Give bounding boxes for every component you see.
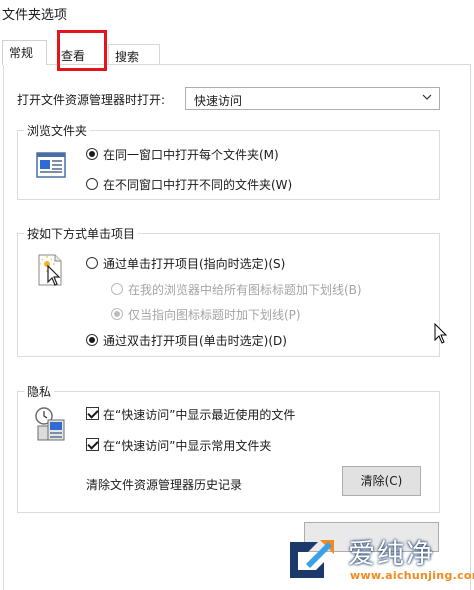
- click-pointer-icon: [35, 252, 65, 288]
- privacy-clock-icon: [34, 404, 68, 444]
- watermark-logo-icon: [284, 536, 338, 584]
- mouse-cursor-icon: [434, 322, 448, 345]
- radio-same-window[interactable]: [86, 148, 98, 160]
- radio-double-click[interactable]: [86, 334, 98, 346]
- open-explorer-value: 快速访问: [194, 94, 243, 108]
- same-window-label: 在同一窗口中打开每个文件夹(M): [103, 148, 279, 162]
- radio-single-click[interactable]: [86, 257, 98, 269]
- folder-window-icon: [36, 152, 66, 178]
- checkbox-recent-files[interactable]: [86, 407, 99, 420]
- click-items-title: 按如下方式单击项目: [24, 225, 139, 242]
- double-click-label: 通过双击打开项目(单击时选定)(D): [103, 334, 287, 348]
- tab-general[interactable]: 常规: [2, 40, 47, 65]
- browse-folders-title: 浏览文件夹: [24, 122, 91, 139]
- view-tab-highlight: [57, 30, 107, 71]
- chevron-down-icon: [421, 91, 433, 106]
- title-bar: 文件夹选项: [0, 0, 474, 24]
- open-explorer-row: 打开文件资源管理器时打开: 快速访问: [17, 87, 457, 111]
- frequent-folders-label: 在“快速访问”中显示常用文件夹: [103, 439, 272, 453]
- single-click-label: 通过单击打开项目(指向时选定)(S): [103, 257, 286, 271]
- window-title: 文件夹选项: [2, 8, 68, 23]
- watermark-url: www.aichunjing.com: [350, 569, 474, 582]
- clear-history-label: 清除文件资源管理器历史记录: [86, 478, 243, 492]
- underline-all-label: 在我的浏览器中给所有图标标题加下划线(B): [128, 283, 362, 297]
- watermark: 爱纯净 www.aichunjing.com: [276, 528, 474, 590]
- recent-files-label: 在“快速访问”中显示最近使用的文件: [103, 408, 296, 422]
- tab-search[interactable]: 搜索: [108, 44, 160, 64]
- open-explorer-label: 打开文件资源管理器时打开:: [17, 93, 166, 107]
- open-explorer-select[interactable]: 快速访问: [185, 87, 440, 110]
- underline-hover-label: 仅当指向图标标题时加下划线(P): [128, 308, 301, 322]
- radio-new-window[interactable]: [86, 178, 98, 190]
- radio-underline-all[interactable]: [111, 283, 123, 295]
- clear-history-button[interactable]: 清除(C): [342, 466, 421, 496]
- watermark-name: 爱纯净: [348, 539, 435, 570]
- checkbox-frequent-folders[interactable]: [86, 438, 99, 451]
- radio-underline-hover[interactable]: [111, 308, 123, 320]
- privacy-title: 隐私: [24, 383, 55, 400]
- new-window-label: 在不同窗口中打开不同的文件夹(W): [103, 178, 293, 192]
